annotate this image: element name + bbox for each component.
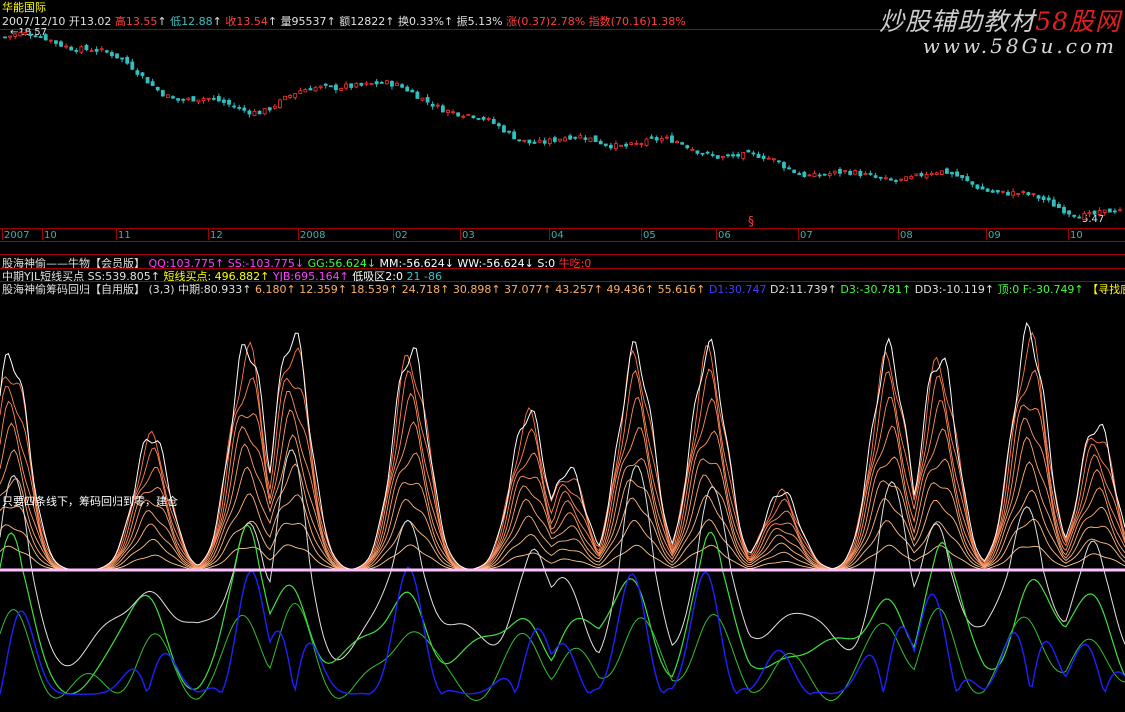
chip-layer-line [0,331,1125,571]
series-line [0,449,1125,667]
indicator-annotation: 只要四条线下，筹码回归到零，建仓 [2,495,178,508]
chip-layer-line [0,518,1125,571]
series-line [0,602,1125,702]
chip-layer-line [0,368,1125,571]
indicator-chart [0,321,1125,702]
chip-layer-line [0,544,1125,571]
zero-baseline [0,568,1125,572]
series-line [0,566,1125,695]
